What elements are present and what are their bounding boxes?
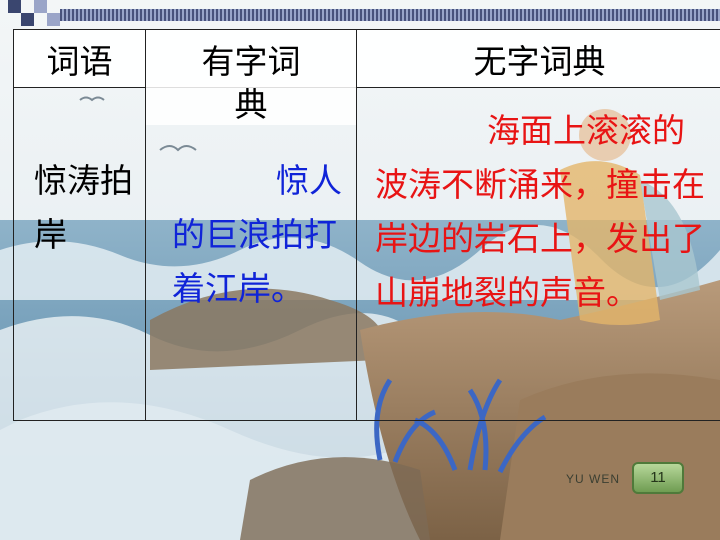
subject-label: YU WEN (566, 472, 620, 486)
checker-decoration (0, 0, 720, 26)
header-word: 词语 (13, 29, 146, 88)
header-no-dictionary: 无字词典 (356, 29, 720, 88)
word-text: 惊涛拍岸 (34, 161, 133, 254)
table-row: 惊涛拍岸 典 惊人的巨浪拍打着江岸。 海面上滚滚的波涛不断涌来，撞击在岸边的岩石… (13, 85, 720, 421)
no-dictionary-meaning: 海面上滚滚的波涛不断涌来，撞击在岸边的岩石上，发出了山崩地裂的声音。 (375, 111, 705, 312)
checker-square (34, 0, 47, 13)
dictionary-cell: 典 惊人的巨浪拍打着江岸。 (145, 85, 357, 421)
header-dictionary-continuation: 典 (146, 85, 356, 125)
header-dictionary: 有字词 (145, 29, 357, 88)
header-row: 词语 有字词 无字词典 (13, 29, 720, 88)
dictionary-meaning: 惊人的巨浪拍打着江岸。 (172, 161, 342, 308)
striped-bar (60, 9, 720, 21)
checker-square (47, 13, 60, 26)
checker-square (8, 0, 21, 13)
checker-square (21, 13, 34, 26)
vocab-table: 词语 有字词 无字词典 惊涛拍岸 典 惊人的巨浪拍打着江岸。 海面上滚滚的波涛不… (13, 29, 720, 421)
word-cell: 惊涛拍岸 (13, 87, 146, 421)
page-number-badge: 11 (632, 462, 684, 494)
no-dictionary-cell: 海面上滚滚的波涛不断涌来，撞击在岸边的岩石上，发出了山崩地裂的声音。 (356, 87, 720, 421)
